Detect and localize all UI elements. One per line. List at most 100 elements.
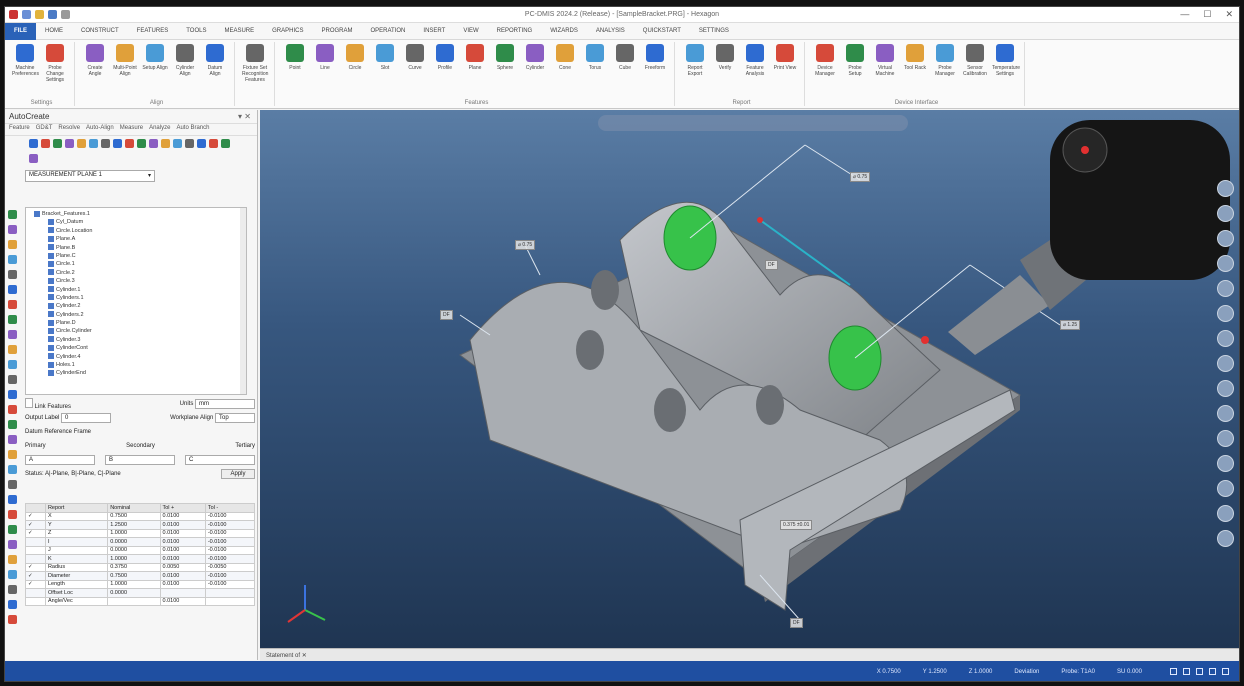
3d-viewport[interactable]: ⌀ 0.75 ⌀ 1.25 ⌀ 0.75 DF DF 0.375 ±0.01 DF (260, 110, 1240, 648)
view-tool-icon[interactable] (1217, 330, 1234, 347)
dimension-callout[interactable]: ⌀ 0.75 (850, 172, 871, 182)
table-row[interactable]: ✓ X 0.7500 0.0100 -0.0100 (25, 511, 256, 521)
cad-model[interactable] (260, 110, 1240, 648)
grid-cell[interactable]: ✓ (25, 520, 46, 530)
tree-scrollbar[interactable] (240, 208, 246, 394)
tree-node[interactable]: Plane.C (30, 252, 242, 260)
hole-4[interactable] (756, 385, 784, 425)
datum-align-button[interactable]: Datum Align (202, 44, 228, 88)
point-button[interactable]: Point (282, 44, 308, 88)
table-row[interactable]: ✓ Z 1.0000 0.0100 -0.0100 (25, 528, 256, 538)
grid-cell[interactable] (25, 588, 46, 598)
grid-cell[interactable]: Offset Loc (44, 588, 109, 598)
dimension-callout[interactable]: DF (440, 310, 453, 320)
panel-tab-auto-branch[interactable]: Auto Branch (176, 125, 209, 134)
feature-analysis-button[interactable]: Feature Analysis (742, 44, 768, 88)
grid-cell[interactable]: 0.7500 (107, 571, 161, 581)
panel-tab-auto-align[interactable]: Auto-Align (86, 125, 114, 134)
grid-cell[interactable]: -0.0100 (204, 528, 256, 538)
panel-tool-icon[interactable] (53, 139, 62, 148)
tree-node[interactable]: Cyl_Datum (30, 218, 242, 226)
tab-view[interactable]: View (454, 23, 487, 40)
grid-cell[interactable]: Z (44, 528, 109, 538)
table-row[interactable]: K 1.0000 0.0100 -0.0100 (25, 554, 256, 564)
panel-tab-gd-t[interactable]: GD&T (36, 125, 53, 134)
close-icon[interactable]: ✕ (1225, 9, 1233, 20)
tree-node[interactable]: Circle.3 (30, 277, 242, 285)
grid-cell[interactable]: Radius (44, 562, 109, 572)
tree-node[interactable]: Holes.1 (30, 361, 242, 369)
view-tool-icon[interactable] (1217, 530, 1234, 547)
panel-tool-icon[interactable] (173, 139, 182, 148)
cylinder-button[interactable]: Cylinder (522, 44, 548, 88)
probe-setup-button[interactable]: Probe Setup (842, 44, 868, 88)
strip-icon[interactable] (8, 390, 17, 399)
panel-tab-resolve[interactable]: Resolve (58, 125, 80, 134)
strip-icon[interactable] (8, 480, 17, 489)
grid-cell[interactable]: 0.0100 (159, 511, 206, 521)
device-manager-button[interactable]: Device Manager (812, 44, 838, 88)
verify-button[interactable]: Verify (712, 44, 738, 88)
panel-tool-icon[interactable] (77, 139, 86, 148)
tool-rack-button[interactable]: Tool Rack (902, 44, 928, 88)
grid-cell[interactable]: -0.0100 (204, 545, 256, 555)
circle-button[interactable]: Circle (342, 44, 368, 88)
grid-cell[interactable]: 0.0000 (107, 537, 161, 547)
grid-cell[interactable]: 0.3750 (107, 562, 161, 572)
panel-tool-icon[interactable] (89, 139, 98, 148)
grid-cell[interactable]: 0.0100 (159, 554, 206, 564)
sensor-calibration-button[interactable]: Sensor Calibration (962, 44, 988, 88)
grid-cell[interactable]: ✓ (25, 562, 46, 572)
grid-cell[interactable]: 1.0000 (107, 579, 161, 589)
table-row[interactable]: ✓ Length 1.0000 0.0100 -0.0100 (25, 579, 256, 589)
view-tool-icon[interactable] (1217, 280, 1234, 297)
table-row[interactable]: ✓ Radius 0.3750 0.0050 -0.0050 (25, 562, 256, 572)
grid-cell[interactable]: J (44, 545, 109, 555)
close-panel-icon[interactable]: ▾ ✕ (238, 112, 251, 121)
status-toggle-icon[interactable] (1196, 667, 1203, 675)
table-row[interactable]: J 0.0000 0.0100 -0.0100 (25, 545, 256, 555)
panel-tool-icon[interactable] (65, 139, 74, 148)
view-tool-icon[interactable] (1217, 205, 1234, 222)
tab-features[interactable]: Features (128, 23, 178, 40)
strip-icon[interactable] (8, 525, 17, 534)
hole-2[interactable] (576, 330, 604, 370)
view-tool-icon[interactable] (1217, 305, 1234, 322)
multi-point-align-button[interactable]: Multi-Point Align (112, 44, 138, 88)
tertiary-select[interactable]: C (185, 455, 255, 465)
grid-cell[interactable] (204, 588, 256, 598)
output-input[interactable]: 0 (61, 413, 112, 423)
grid-cell[interactable]: 0.0100 (159, 537, 206, 547)
strip-icon[interactable] (8, 240, 17, 249)
tree-node[interactable]: Cylinders.1 (30, 294, 242, 302)
grid-cell[interactable] (25, 554, 46, 564)
tab-quickstart[interactable]: QuickStart (634, 23, 690, 40)
panel-tool-icon[interactable] (209, 139, 218, 148)
panel-tool-icon[interactable] (137, 139, 146, 148)
view-tool-icon[interactable] (1217, 255, 1234, 272)
tab-reporting[interactable]: Reporting (488, 23, 542, 40)
view-tool-icon[interactable] (1217, 230, 1234, 247)
strip-icon[interactable] (8, 600, 17, 609)
tab-home[interactable]: Home (36, 23, 72, 40)
status-toggle-icon[interactable] (1222, 667, 1229, 675)
view-tool-icon[interactable] (1217, 505, 1234, 522)
grid-cell[interactable]: 1.0000 (107, 554, 161, 564)
panel-tool-icon[interactable] (125, 139, 134, 148)
dimension-callout[interactable]: 0.375 ±0.01 (780, 520, 813, 530)
view-tool-icon[interactable] (1217, 380, 1234, 397)
secondary-select[interactable]: B (105, 455, 175, 465)
dimension-callout[interactable]: ⌀ 1.25 (1060, 320, 1081, 330)
tree-node[interactable]: Cylinder.1 (30, 286, 242, 294)
profile-button[interactable]: Profile (432, 44, 458, 88)
panel-tab-feature[interactable]: Feature (9, 125, 30, 134)
grid-cell[interactable]: ✓ (25, 528, 46, 538)
tree-node[interactable]: CylinderEnd (30, 369, 242, 377)
view-tool-icon[interactable] (1217, 355, 1234, 372)
document-tab[interactable]: Statement of ✕ (260, 648, 1239, 661)
view-tool-icon[interactable] (1217, 455, 1234, 472)
table-row[interactable]: Offset Loc 0.0000 (25, 588, 256, 598)
freeform-button[interactable]: Freeform (642, 44, 668, 88)
line-button[interactable]: Line (312, 44, 338, 88)
status-toggle-icon[interactable] (1183, 667, 1190, 675)
